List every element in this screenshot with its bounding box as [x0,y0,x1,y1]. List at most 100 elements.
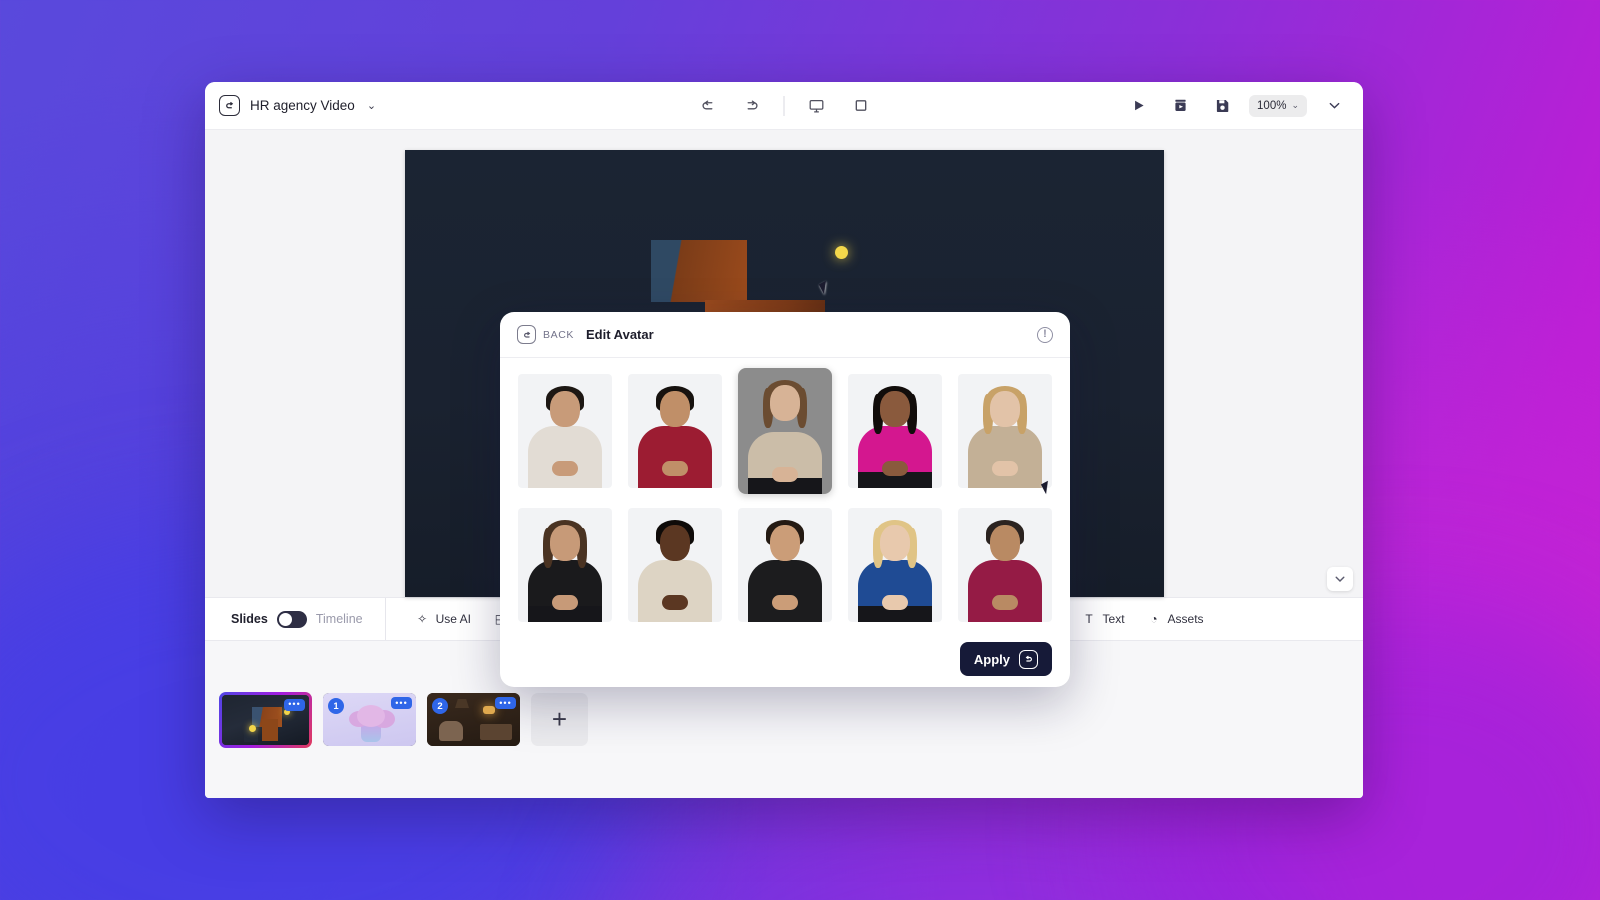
view-mode-switch[interactable] [277,611,307,628]
avatar-hands [772,467,798,482]
apply-button-label: Apply [974,652,1010,667]
apply-button[interactable]: Apply [960,642,1052,676]
tab-assets[interactable]: ◔ Assets [1138,606,1213,633]
modal-header: BACK Edit Avatar ! [500,312,1070,358]
avatar-figure [738,368,832,494]
text-icon: T [1082,612,1097,627]
canvas-block-1 [651,240,747,302]
undo-icon[interactable] [693,93,723,119]
slide-menu-button[interactable]: ••• [284,699,305,711]
avatar-head [550,525,580,561]
avatar-figure [848,508,942,622]
avatar-body [968,426,1042,488]
modal-footer: Apply [500,631,1070,687]
sparkle-icon: ✧ [415,612,430,627]
avatar-hands [772,595,798,610]
slide-menu-button[interactable]: ••• [391,697,412,709]
editor-stage: BACK Edit Avatar ! Apply [205,130,1363,597]
play-icon[interactable] [1123,93,1153,119]
avatar-option-1[interactable] [518,374,612,488]
top-toolbar: HR agency Video ⌄ [205,82,1363,130]
tab-label: Use AI [436,612,471,626]
avatar-option-5[interactable] [958,374,1052,488]
avatar-option-7[interactable] [628,508,722,622]
switch-knob [279,613,292,626]
avatar-head [770,525,800,561]
avatar-body [748,560,822,622]
avatar-figure [518,508,612,622]
avatar-figure [518,374,612,488]
avatar-option-9[interactable] [848,508,942,622]
apply-refresh-icon [1019,650,1038,669]
avatar-head [880,525,910,561]
tab-label: Assets [1168,612,1204,626]
slide-thumb-1[interactable]: ••• [219,692,312,748]
modal-title: Edit Avatar [586,327,654,342]
app-window: HR agency Video ⌄ [205,82,1363,798]
avatar-head [660,391,690,427]
avatar-option-4[interactable] [848,374,942,488]
avatar-head [770,385,800,421]
tab-use-ai[interactable]: ✧ Use AI [406,606,480,633]
timeline-label: Timeline [316,612,363,626]
top-toolbar-center [693,93,876,119]
project-title: HR agency Video [250,98,355,113]
avatar-option-3[interactable] [738,368,832,494]
slide-menu-button[interactable]: ••• [495,697,516,709]
assets-icon: ◔ [1147,612,1162,627]
avatar-head [990,525,1020,561]
frame-size-icon[interactable] [846,93,876,119]
avatar-head [990,391,1020,427]
avatar-hands [552,595,578,610]
avatar-hands [552,461,578,476]
avatar-head [660,525,690,561]
present-screen-icon[interactable] [802,93,832,119]
tab-label: Text [1103,612,1125,626]
slide-number: 1 [328,698,344,714]
avatar-grid [500,358,1070,631]
save-icon[interactable] [1207,93,1237,119]
redo-icon[interactable] [737,93,767,119]
collapse-panel-button[interactable] [1327,567,1353,591]
avatar-hands [992,595,1018,610]
slides-label: Slides [231,612,268,626]
back-arrow-icon[interactable] [219,95,240,116]
avatar-figure [958,508,1052,622]
avatar-body [638,426,712,488]
zoom-value: 100% [1257,100,1286,112]
avatar-option-6[interactable] [518,508,612,622]
avatar-body [528,426,602,488]
slide-thumb-2[interactable]: 1 ••• [323,693,416,746]
slide-thumb-3[interactable]: 2 ••• [427,693,520,746]
tab-text[interactable]: T Text [1073,606,1134,633]
canvas-light-1 [835,246,848,259]
avatar-hands [882,595,908,610]
info-icon[interactable]: ! [1037,327,1053,343]
avatar-option-2[interactable] [628,374,722,488]
slides-timeline-toggle[interactable]: Slides Timeline [205,598,386,640]
add-slide-button[interactable]: + [531,693,588,746]
project-menu[interactable]: HR agency Video ⌄ [219,95,376,116]
toolbar-divider [784,96,785,116]
overflow-menu-icon[interactable] [1319,93,1349,119]
chevron-down-icon: ⌄ [1291,100,1299,111]
avatar-figure [958,374,1052,488]
avatar-option-10[interactable] [958,508,1052,622]
zoom-selector[interactable]: 100% ⌄ [1249,95,1307,117]
avatar-head [880,391,910,427]
chevron-down-icon[interactable]: ⌄ [367,99,376,112]
avatar-hands [992,461,1018,476]
modal-back-icon[interactable] [517,325,536,344]
avatar-head [550,391,580,427]
slide-number: 2 [432,698,448,714]
avatar-body [968,560,1042,622]
avatar-figure [848,374,942,488]
avatar-hands [662,461,688,476]
avatar-figure [738,508,832,622]
avatar-figure [628,374,722,488]
modal-back-label[interactable]: BACK [543,329,574,341]
export-video-icon[interactable] [1165,93,1195,119]
avatar-option-8[interactable] [738,508,832,622]
avatar-hands [662,595,688,610]
edit-avatar-modal: BACK Edit Avatar ! Apply [500,312,1070,687]
